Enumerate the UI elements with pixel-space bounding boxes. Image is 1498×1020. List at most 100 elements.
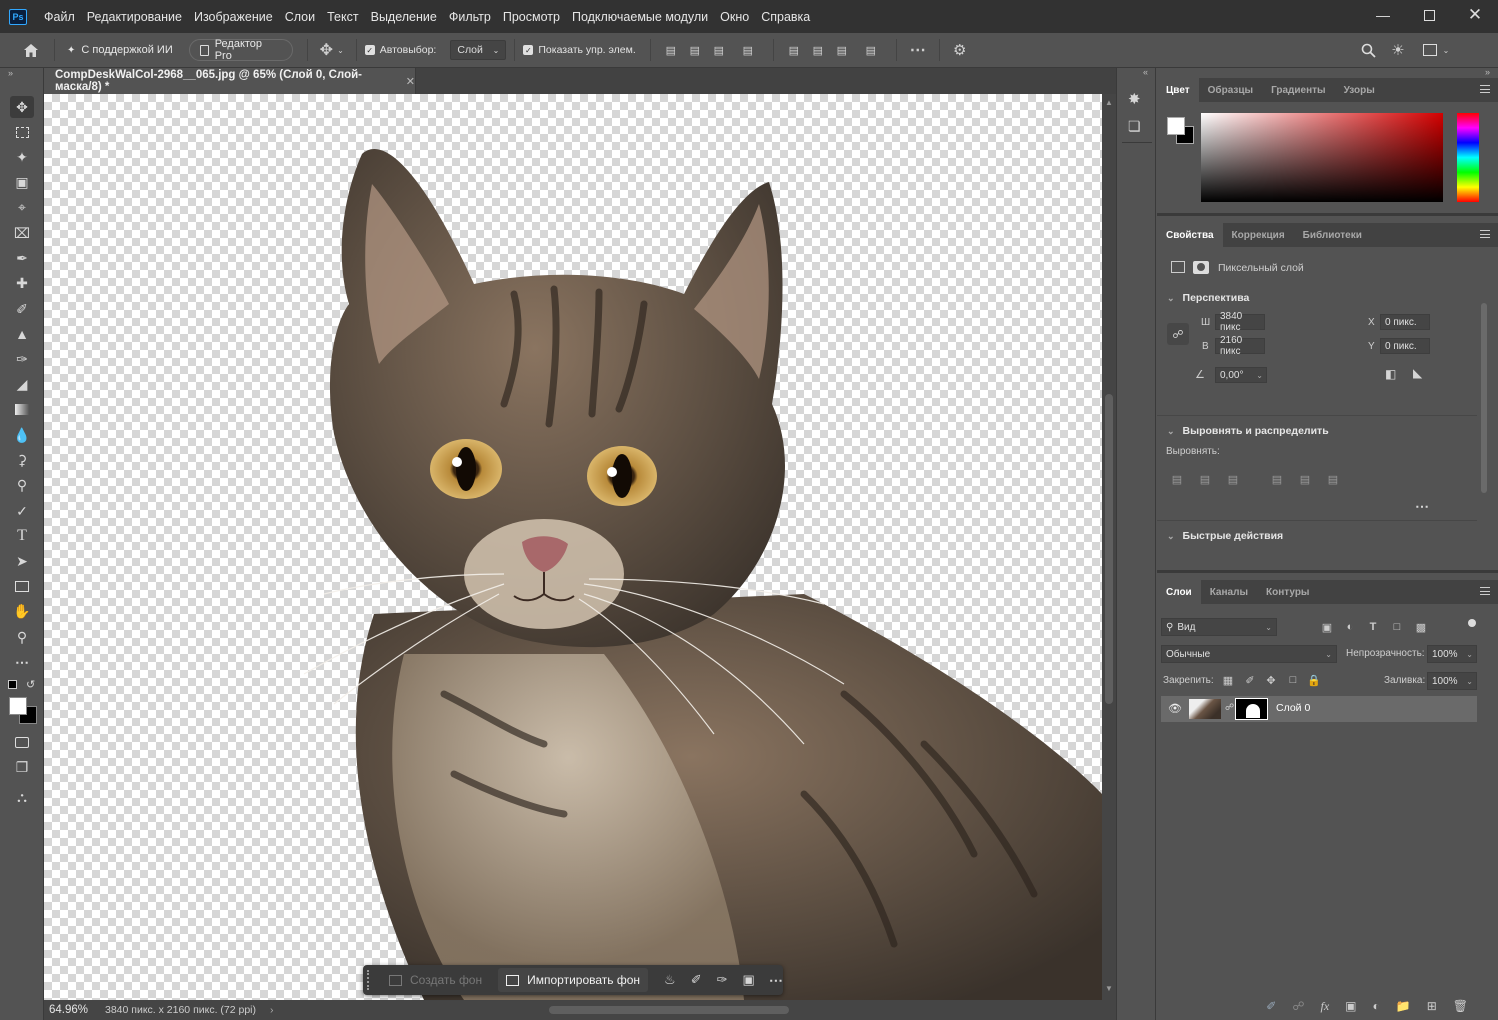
- canvas[interactable]: [44, 94, 1102, 1000]
- opacity-input[interactable]: 100% ⌄: [1427, 645, 1477, 663]
- maximize-icon[interactable]: [1406, 0, 1452, 30]
- collapse-toolbar-icon[interactable]: »: [8, 68, 13, 78]
- menu-text[interactable]: Текст: [321, 10, 364, 24]
- flip-vertical-icon[interactable]: ◣: [1413, 366, 1422, 380]
- vertical-scrollbar[interactable]: ▲ ▼: [1102, 94, 1116, 1000]
- horizontal-scrollbar[interactable]: [279, 1004, 1094, 1016]
- autoselect-checkbox[interactable]: ✓: [364, 45, 375, 55]
- y-input[interactable]: 0 пикс.: [1380, 338, 1430, 354]
- ai-support-button[interactable]: ✦ С поддержкой ИИ: [63, 39, 183, 61]
- quick-actions-section-header[interactable]: ⌄ Быстрые действия: [1167, 530, 1283, 542]
- new-layer-ai-icon[interactable]: ✐: [1266, 999, 1276, 1013]
- eye-icon[interactable]: 👁: [1168, 702, 1182, 715]
- tab-properties[interactable]: Свойства: [1157, 223, 1223, 247]
- align-bottom-icon[interactable]: ▤: [830, 44, 854, 57]
- width-input[interactable]: 3840 пикс: [1215, 311, 1265, 333]
- menu-layers[interactable]: Слои: [279, 10, 321, 24]
- link-dimensions-icon[interactable]: ☍: [1167, 323, 1189, 345]
- create-background-button[interactable]: Создать фон: [389, 973, 482, 987]
- document-tab[interactable]: CompDeskWalCol-2968__065.jpg @ 65% (Слой…: [44, 68, 416, 94]
- tab-libraries[interactable]: Библиотеки: [1294, 223, 1371, 247]
- marquee-tool-icon[interactable]: [10, 121, 34, 143]
- color-field[interactable]: [1201, 113, 1443, 202]
- path-select-tool-icon[interactable]: ➤: [10, 550, 34, 572]
- tab-swatches[interactable]: Образцы: [1199, 78, 1262, 102]
- history-panel-icon[interactable]: ❏: [1128, 118, 1141, 135]
- align-section-header[interactable]: ⌄ Выровнять и распределить: [1167, 425, 1329, 437]
- distribute-v-icon[interactable]: ▤: [854, 44, 888, 57]
- lock-transparency-icon[interactable]: ▦: [1221, 673, 1235, 687]
- move-tool-icon[interactable]: ✥: [10, 96, 34, 118]
- scroll-up-icon[interactable]: ▲: [1105, 98, 1113, 107]
- show-transform-checkbox[interactable]: ✓: [523, 45, 534, 55]
- zoom-level[interactable]: 64.96%: [49, 1004, 101, 1016]
- fx-icon[interactable]: fx: [1320, 999, 1329, 1014]
- drag-handle-icon[interactable]: [367, 970, 375, 990]
- dodge-tool-icon[interactable]: ⚳: [10, 449, 34, 471]
- layer-filter-dropdown[interactable]: ⚲ Вид ⌄: [1161, 618, 1277, 636]
- close-icon[interactable]: ✕: [1452, 0, 1498, 30]
- lock-pixels-icon[interactable]: ✐: [1243, 673, 1257, 687]
- menu-select[interactable]: Выделение: [365, 10, 443, 24]
- history-brush-tool-icon[interactable]: ✑: [10, 348, 34, 370]
- menu-help[interactable]: Справка: [755, 10, 816, 24]
- eraser-tool-icon[interactable]: ◢: [10, 373, 34, 395]
- tab-adjustments[interactable]: Коррекция: [1223, 223, 1294, 247]
- mask-icon[interactable]: [1193, 261, 1209, 274]
- move-tool-options-icon[interactable]: ✥ ⌄: [316, 40, 348, 60]
- filter-type-icon[interactable]: T: [1366, 620, 1380, 634]
- home-icon[interactable]: [18, 37, 44, 63]
- fill-input[interactable]: 100% ⌄: [1427, 672, 1477, 690]
- props-align-bottom-icon[interactable]: ▤: [1326, 472, 1340, 486]
- props-align-top-icon[interactable]: ▤: [1270, 472, 1284, 486]
- delete-layer-icon[interactable]: 🗑: [1453, 999, 1468, 1013]
- rectangle-tool-icon[interactable]: [10, 575, 34, 597]
- pro-editor-button[interactable]: Редактор Pro: [188, 38, 293, 62]
- props-align-left-icon[interactable]: ▤: [1170, 472, 1184, 486]
- x-input[interactable]: 0 пикс.: [1380, 314, 1430, 330]
- transform-icon[interactable]: ▣: [743, 972, 755, 988]
- crop-tool-icon[interactable]: ⌖: [10, 196, 34, 218]
- flip-horizontal-icon[interactable]: ◧: [1385, 367, 1396, 381]
- learn-panel-icon[interactable]: ✸: [1128, 90, 1141, 108]
- more-actions-icon[interactable]: ⋯: [769, 972, 783, 989]
- menu-view[interactable]: Просмотр: [497, 10, 566, 24]
- props-align-center-icon[interactable]: ▤: [1198, 472, 1212, 486]
- scroll-down-icon[interactable]: ▼: [1105, 984, 1113, 993]
- tab-channels[interactable]: Каналы: [1201, 580, 1257, 604]
- brush-tool-icon[interactable]: ✐: [10, 298, 34, 320]
- scroll-thumb[interactable]: [1105, 394, 1113, 704]
- props-align-right-icon[interactable]: ▤: [1226, 472, 1240, 486]
- align-left-icon[interactable]: ▤: [659, 44, 683, 57]
- gear-icon[interactable]: ⚙: [948, 41, 972, 59]
- document-info[interactable]: 3840 пикс. x 2160 пикс. (72 ppi): [105, 1004, 256, 1016]
- autoselect-dropdown[interactable]: Слой ⌄: [450, 40, 507, 60]
- menu-filter[interactable]: Фильтр: [443, 10, 497, 24]
- brush-icon[interactable]: ✐: [691, 972, 702, 988]
- more-align-options-icon[interactable]: ⋯: [1415, 498, 1429, 515]
- menu-file[interactable]: Файл: [38, 10, 81, 24]
- angle-input[interactable]: 0,00° ⌄: [1215, 367, 1267, 383]
- color-panel-menu-icon[interactable]: [1480, 85, 1490, 93]
- burn-tool-icon[interactable]: ⚲: [10, 474, 34, 496]
- layer-name[interactable]: Слой 0: [1276, 702, 1310, 714]
- new-adjustment-icon[interactable]: ◐: [1373, 999, 1380, 1013]
- foreground-color-swatch[interactable]: [9, 697, 27, 715]
- align-middle-v-icon[interactable]: ▤: [806, 44, 830, 57]
- align-center-h-icon[interactable]: ▤: [683, 44, 707, 57]
- status-more-icon[interactable]: ›: [270, 1004, 274, 1016]
- tab-color[interactable]: Цвет: [1157, 78, 1199, 102]
- import-background-button[interactable]: Импортировать фон: [498, 968, 649, 992]
- more-tools-icon[interactable]: ⋯: [10, 651, 34, 673]
- eyedropper-tool-icon[interactable]: ✒: [10, 247, 34, 269]
- screen-mode-icon[interactable]: ❐: [10, 756, 34, 778]
- tab-patterns[interactable]: Узоры: [1335, 78, 1384, 102]
- tab-paths[interactable]: Контуры: [1257, 580, 1318, 604]
- lightbulb-icon[interactable]: ☀: [1388, 40, 1408, 60]
- lock-artboard-icon[interactable]: □: [1286, 673, 1300, 687]
- stamp-tool-icon[interactable]: ▲: [10, 323, 34, 345]
- workspace-icon[interactable]: ⌄: [1418, 40, 1454, 60]
- edit-toolbar-icon[interactable]: ⛬: [10, 786, 34, 808]
- filter-toggle[interactable]: [1468, 619, 1476, 627]
- more-options-icon[interactable]: ⋯: [905, 40, 931, 60]
